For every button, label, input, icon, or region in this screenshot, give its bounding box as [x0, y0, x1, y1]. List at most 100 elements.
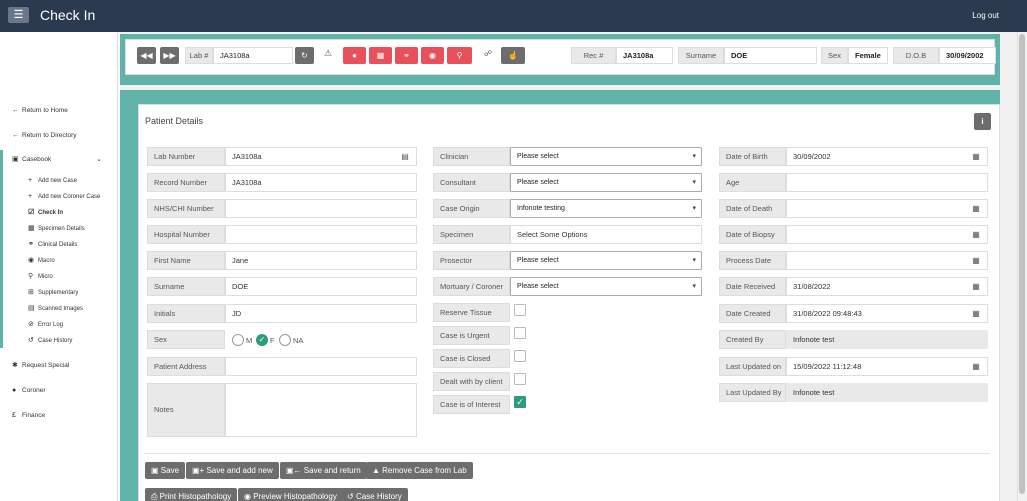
- sidebar-item-macro[interactable]: ◉ Macro: [28, 254, 55, 268]
- hospital-number-field[interactable]: [225, 225, 417, 244]
- remove-case-button[interactable]: ▲ Remove Case from Lab: [366, 462, 473, 479]
- reserve-tissue-checkbox[interactable]: [514, 304, 526, 316]
- surname-value: DOE: [724, 47, 817, 64]
- sidebar-item-error-log[interactable]: ⊘ Error Log: [28, 318, 63, 332]
- sex-radio-m[interactable]: [232, 334, 244, 346]
- date-of-death-label: Date of Death: [719, 199, 786, 218]
- search-button[interactable]: ⚲: [447, 47, 472, 64]
- reserve-tissue-label: Reserve Tissue: [433, 303, 510, 322]
- sidebar-item-micro[interactable]: ⚲ Micro: [28, 270, 53, 284]
- case-origin-select[interactable]: Infonote testing: [510, 199, 702, 218]
- sidebar-item-specimen-details[interactable]: ▦ Specimen Details: [28, 222, 85, 236]
- previous-case-button[interactable]: ◀◀: [137, 47, 156, 64]
- scrollbar-thumb[interactable]: [1019, 34, 1025, 494]
- case-urgent-checkbox[interactable]: [514, 327, 526, 339]
- asterisk-icon: ✱: [12, 362, 18, 369]
- sidebar-item-supplementary[interactable]: ⊞ Supplementary: [28, 286, 78, 300]
- sidebar-item-return-directory[interactable]: ← Return to Directory: [12, 129, 77, 143]
- patient-address-field[interactable]: [225, 357, 417, 376]
- lab-number-field[interactable]: JA3108a ▤: [225, 147, 417, 166]
- save-button[interactable]: ▣ Save: [145, 462, 186, 479]
- preview-histopathology-button[interactable]: ◉ Preview Histopathology: [238, 488, 343, 501]
- date-created-field[interactable]: 31/08/2022 09:48:43 ▦: [786, 304, 988, 323]
- surname-field[interactable]: DOE: [225, 277, 417, 296]
- eye-button[interactable]: ◉: [421, 47, 444, 64]
- notes-textarea[interactable]: [225, 383, 417, 437]
- user-icon: ●: [352, 51, 357, 60]
- date-of-biopsy-field[interactable]: ▦: [786, 225, 988, 244]
- thumbs-up-button[interactable]: ☝: [501, 47, 525, 64]
- lab-number-input[interactable]: JA3108a: [213, 47, 293, 64]
- process-date-field[interactable]: ▦: [786, 251, 988, 270]
- stethoscope-button[interactable]: ⚭: [395, 47, 418, 64]
- clinician-select[interactable]: Please select: [510, 147, 702, 166]
- sidebar-item-casebook[interactable]: ▣ Casebook ⌄: [12, 153, 112, 167]
- case-urgent-label: Case is Urgent: [433, 326, 510, 345]
- film-button[interactable]: ▦: [369, 47, 392, 64]
- case-closed-checkbox[interactable]: [514, 350, 526, 362]
- check-square-icon: ☑: [28, 209, 35, 216]
- warning-icon: ⚠: [324, 48, 333, 58]
- date-received-field[interactable]: 31/08/2022 ▦: [786, 277, 988, 296]
- check-icon: ✓: [516, 397, 524, 407]
- sidebar-item-coroner[interactable]: ● Coroner: [12, 384, 45, 398]
- info-button[interactable]: i: [974, 113, 991, 130]
- history-icon: ↺: [347, 492, 354, 501]
- sidebar-item-check-in[interactable]: ☑ Check In: [28, 206, 63, 220]
- first-name-field[interactable]: Jane: [225, 251, 417, 270]
- case-history-button[interactable]: ↺ Case History: [341, 488, 408, 501]
- date-of-death-field[interactable]: ▦: [786, 199, 988, 218]
- calendar-icon[interactable]: ▦: [966, 306, 986, 321]
- sidebar-item-request-special[interactable]: ✱ Request Special: [12, 359, 69, 373]
- calendar-icon[interactable]: ▦: [966, 201, 986, 216]
- sidebar-item-scanned-images[interactable]: ▤ Scanned Images: [28, 302, 83, 316]
- nhs-chi-number-field[interactable]: [225, 199, 417, 218]
- specimen-multiselect[interactable]: Select Some Options: [510, 225, 702, 244]
- calendar-icon[interactable]: ▦: [966, 227, 986, 242]
- notes-label: Notes: [147, 383, 225, 437]
- sidebar-item-finance[interactable]: £ Finance: [12, 409, 45, 423]
- user-button[interactable]: ●: [343, 47, 366, 64]
- consultant-select[interactable]: Please select: [510, 173, 702, 192]
- calendar-icon[interactable]: ▦: [966, 253, 986, 268]
- calendar-icon[interactable]: ▦: [966, 149, 986, 164]
- rec-number-value: JA3108a: [616, 47, 673, 64]
- rec-number-label: Rec #: [571, 47, 616, 64]
- sidebar-item-add-new-case[interactable]: + Add new Case: [28, 174, 77, 188]
- date-of-birth-field[interactable]: 30/09/2002 ▦: [786, 147, 988, 166]
- search-icon: ⚲: [28, 273, 34, 280]
- sex-radio-f[interactable]: ✓: [256, 334, 268, 346]
- first-name-label: First Name: [147, 251, 225, 270]
- sex-radio-na[interactable]: [279, 334, 291, 346]
- refresh-button[interactable]: ↻: [295, 47, 314, 64]
- dealt-with-client-checkbox[interactable]: [514, 373, 526, 385]
- print-histopathology-button[interactable]: ⎙ Print Histopathology: [145, 488, 238, 501]
- user-icon: ●: [12, 387, 17, 394]
- eye-icon: ◉: [244, 492, 251, 501]
- calendar-icon[interactable]: ▦: [966, 359, 986, 374]
- save-and-return-button[interactable]: ▣← Save and return: [280, 462, 367, 479]
- hamburger-menu-icon[interactable]: ☰: [8, 7, 29, 23]
- sidebar-item-clinical-details[interactable]: ⚭ Clinical Details: [28, 238, 77, 252]
- last-updated-on-field[interactable]: 15/09/2022 11:12:48 ▦: [786, 357, 988, 376]
- case-origin-label: Case Origin: [433, 199, 510, 218]
- mortuary-coroner-select[interactable]: Please select: [510, 277, 702, 296]
- age-field[interactable]: [786, 173, 988, 192]
- prosector-select[interactable]: Please select: [510, 251, 702, 270]
- film-icon: ▦: [28, 225, 35, 232]
- initials-field[interactable]: JD: [225, 304, 417, 323]
- record-number-field[interactable]: JA3108a: [225, 173, 417, 192]
- forward-icon: ▶▶: [163, 51, 176, 60]
- sidebar-item-case-history[interactable]: ↺ Case History: [28, 334, 72, 348]
- calendar-icon[interactable]: ▦: [966, 279, 986, 294]
- surname-label: Surname: [678, 47, 724, 64]
- image-icon: ▤: [28, 305, 35, 312]
- sidebar-item-add-new-coroner-case[interactable]: + Add new Coroner Case: [28, 190, 100, 204]
- save-and-add-new-button[interactable]: ▣+ Save and add new: [186, 462, 279, 479]
- history-icon: ↺: [28, 337, 34, 344]
- mortuary-coroner-label: Mortuary / Coroner: [433, 277, 510, 296]
- next-case-button[interactable]: ▶▶: [160, 47, 179, 64]
- logout-link[interactable]: Log out: [972, 11, 999, 20]
- sidebar-item-return-home[interactable]: ← Return to Home: [12, 104, 68, 118]
- case-interest-checkbox[interactable]: ✓: [514, 396, 526, 408]
